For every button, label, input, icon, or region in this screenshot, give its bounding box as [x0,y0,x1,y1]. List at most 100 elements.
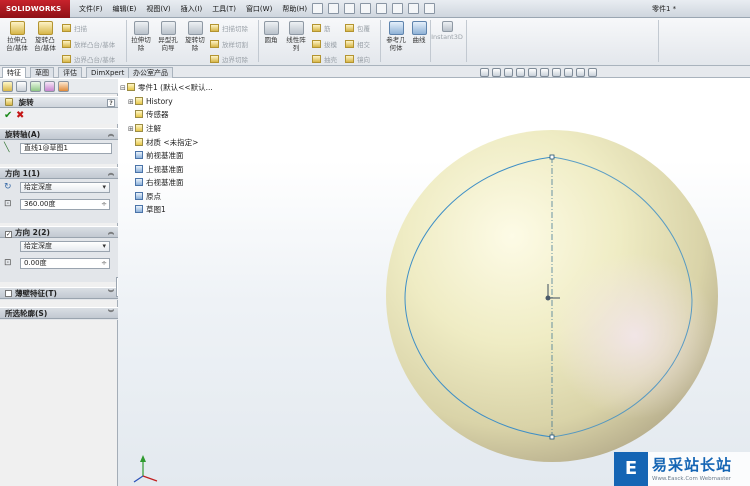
menu-edit[interactable]: 编辑(E) [108,0,142,18]
open-icon[interactable] [328,3,339,14]
angle-field[interactable]: 360.00度 [20,199,110,210]
part-icon [127,83,135,91]
menu-tools[interactable]: 工具(T) [207,0,241,18]
angle2-field[interactable]: 0.00度 [20,258,110,269]
wrap-button[interactable]: 包覆 [345,23,370,33]
fillet-button[interactable]: 圆角 [260,21,282,44]
select-icon[interactable] [392,3,403,14]
tree-item-history[interactable]: ⊞ History [128,97,173,107]
draft-button[interactable]: 拔模 [312,39,337,49]
end-condition-select[interactable]: 给定深度 [20,182,110,193]
swept-cut-button[interactable]: 扫描切除 [210,23,248,33]
direction2-checkbox[interactable]: ✓ [5,231,12,238]
tree-root[interactable]: ⊟ 零件1 (默认<<默认... [120,83,213,93]
help-button[interactable]: ? [107,99,115,107]
direction2-title: 方向 2(2) [15,228,50,237]
loft-button[interactable]: 放样凸台/基体 [62,39,115,49]
display-style-icon[interactable] [540,68,549,77]
thin-feature-checkbox[interactable] [5,290,12,297]
menu-file[interactable]: 文件(F) [74,0,108,18]
rib-icon [312,24,321,32]
annotations-icon [135,124,143,132]
feature-manager-icon[interactable] [2,81,13,92]
chevron-up-icon[interactable]: ︽ [107,229,115,237]
linear-pattern-icon [288,21,304,35]
tree-item-right-plane[interactable]: 右视基准面 [128,178,184,188]
rebuild-icon[interactable] [408,3,419,14]
tree-item-sensors[interactable]: 传感器 [128,110,169,120]
boundary-cut-button[interactable]: 边界切除 [210,54,248,64]
scene-icon[interactable] [576,68,585,77]
hide-show-icon[interactable] [552,68,561,77]
print-icon[interactable] [360,3,371,14]
chevron-down-icon[interactable]: ︾ [107,290,115,298]
menu-view[interactable]: 视图(V) [141,0,175,18]
chevron-down-icon[interactable]: ︾ [107,310,115,318]
cancel-button[interactable]: ✖ [16,110,24,121]
feature-header: 旋转 ? ✔ ✖ [0,96,118,124]
thin-feature-section: 薄壁特征(T) ︾ [0,287,118,300]
watermark-name: 易采站长站 [652,456,733,474]
sensors-icon [135,110,143,118]
boundary-boss-button[interactable]: 边界凸台/基体 [62,54,115,64]
menu-help[interactable]: 帮助(H) [277,0,312,18]
reference-geometry-button[interactable]: 参考几 何体 [382,21,410,52]
save-icon[interactable] [344,3,355,14]
reverse-direction-icon[interactable]: ↻ [4,183,15,194]
tree-item-material[interactable]: 材质 <未指定> [128,138,198,148]
tab-evaluate[interactable]: 评估 [58,67,82,78]
direction1-title: 方向 1(1) [5,169,40,178]
rib-button[interactable]: 筋 [312,23,331,33]
menu-insert[interactable]: 插入(I) [176,0,208,18]
options-icon[interactable] [424,3,435,14]
lofted-cut-button[interactable]: 放样切割 [210,39,248,49]
zoom-to-area-icon[interactable] [492,68,501,77]
linear-pattern-button[interactable]: 线性阵 列 [283,21,309,52]
curves-button[interactable]: 曲线 [410,21,428,44]
section-view-icon[interactable] [516,68,525,77]
undo-icon[interactable] [376,3,387,14]
shell-button[interactable]: 抽壳 [312,54,337,64]
dimxpert-manager-icon[interactable] [44,81,55,92]
tree-item-origin[interactable]: 原点 [128,192,161,202]
hole-wizard-button[interactable]: 异型孔 向导 [155,21,181,52]
instant3d-button[interactable]: Instant3D [430,21,464,41]
view-orientation-icon[interactable] [528,68,537,77]
chevron-up-icon[interactable]: ︽ [107,170,115,178]
tree-item-front-plane[interactable]: 前视基准面 [128,151,184,161]
cut-extrude-icon [133,21,149,35]
menu-window[interactable]: 窗口(W) [241,0,277,18]
display-manager-icon[interactable] [58,81,69,92]
quick-access-toolbar [312,3,435,14]
previous-view-icon[interactable] [504,68,513,77]
view-settings-icon[interactable] [588,68,597,77]
revolve-cut-button[interactable]: 旋转切 除 [182,21,208,52]
mirror-button[interactable]: 镜向 [345,54,370,64]
cut-extrude-button[interactable]: 拉伸切 除 [128,21,154,52]
zoom-to-fit-icon[interactable] [480,68,489,77]
tree-item-annotations[interactable]: ⊞ 注解 [128,124,161,134]
revolve-boss-button[interactable]: 旋转凸 台/基体 [32,21,58,52]
boss-extrude-button[interactable]: 拉伸凸 台/基体 [4,21,30,52]
intersect-button[interactable]: 相交 [345,39,370,49]
edit-appearance-icon[interactable] [564,68,573,77]
property-manager-icon[interactable] [16,81,27,92]
axis-field[interactable]: 直线1@草图1 [20,143,112,154]
tab-dimxpert[interactable]: DimXpert [86,67,130,78]
tab-sketch[interactable]: 草图 [30,67,54,78]
tree-item-sketch1[interactable]: 草图1 [128,205,166,215]
shell-icon [312,55,321,63]
end-condition2-select[interactable]: 给定深度 [20,241,110,252]
direction2-section: ✓方向 2(2) ︽ 给定深度 ⊡ 0.00度 [0,226,118,282]
graphics-area[interactable] [118,79,750,486]
tree-item-top-plane[interactable]: 上视基准面 [128,165,184,175]
material-icon [135,138,143,146]
configuration-manager-icon[interactable] [30,81,41,92]
sweep-button[interactable]: 扫描 [62,23,87,33]
tab-features[interactable]: 特征 [2,67,26,78]
ok-button[interactable]: ✔ [4,110,12,121]
chevron-up-icon[interactable]: ︽ [107,131,115,139]
heads-up-view-toolbar [480,68,597,77]
tab-office-products[interactable]: 办公室产品 [128,67,173,78]
new-icon[interactable] [312,3,323,14]
